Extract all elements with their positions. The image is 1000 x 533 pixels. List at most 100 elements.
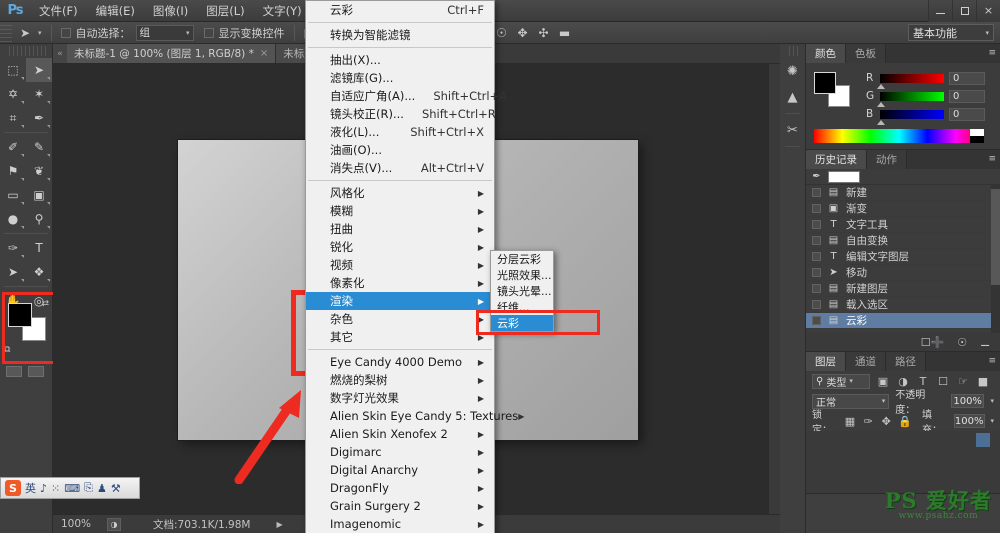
menu-item-video[interactable]: 视频 ▶ xyxy=(306,256,494,274)
move-tool[interactable]: ➤ xyxy=(26,58,52,82)
pen-tool[interactable]: ✑ xyxy=(0,236,26,260)
red-slider[interactable] xyxy=(877,73,944,89)
history-panel-menu-icon[interactable]: ≡ xyxy=(988,154,996,164)
menu-image[interactable]: 图像(I) xyxy=(144,0,197,22)
eraser-tool[interactable]: ▭ xyxy=(0,183,26,207)
swap-colors-icon[interactable]: ⇄ xyxy=(41,299,49,309)
pixel-filter-icon[interactable]: ▣ xyxy=(876,375,890,388)
close-button[interactable]: × xyxy=(976,0,1000,22)
menu-edit[interactable]: 编辑(E) xyxy=(87,0,144,22)
green-value-input[interactable]: 0 xyxy=(949,89,985,103)
history-brush-source-icon[interactable]: ✒ xyxy=(810,171,823,182)
delete-icon[interactable]: ⚊ xyxy=(980,336,990,349)
menu-item-plugin-4[interactable]: Alien Skin Xenofex 2 ▶ xyxy=(306,425,494,443)
filter-dropdown-menu[interactable]: 云彩 Ctrl+F 转换为智能滤镜 抽出(X)... 滤镜库(G)... 自适应… xyxy=(305,0,524,533)
history-item-4[interactable]: T 编辑文字图层 xyxy=(806,249,1000,265)
show-transform-group[interactable]: 显示变换控件 xyxy=(199,22,290,44)
lasso-tool[interactable]: ✡ xyxy=(0,82,26,106)
history-toggle-icon[interactable] xyxy=(812,252,821,261)
menu-item-plugin-5[interactable]: Digimarc ▶ xyxy=(306,443,494,461)
tools-panel-grip[interactable] xyxy=(6,46,46,56)
clone-stamp-tool[interactable]: ⚑ xyxy=(0,159,26,183)
history-item-6[interactable]: ▤ 新建图层 xyxy=(806,281,1000,297)
workspace-selector[interactable]: 基本功能 ▾ xyxy=(908,24,994,41)
blue-slider-thumb[interactable] xyxy=(877,119,885,125)
opacity-input[interactable]: 100% xyxy=(950,394,985,408)
menu-item-lens-correction[interactable]: 镜头校正(R)... Shift+Ctrl+R xyxy=(306,105,496,123)
red-value-input[interactable]: 0 xyxy=(949,71,985,85)
menu-item-noise[interactable]: 杂色 ▶ xyxy=(306,310,494,328)
history-item-2[interactable]: T 文字工具 xyxy=(806,217,1000,233)
fill-stepper-icon[interactable]: ▾ xyxy=(991,417,995,425)
status-preview-icon[interactable]: ◑ xyxy=(107,517,121,531)
color-panel-foreground-swatch[interactable] xyxy=(814,72,836,94)
menu-item-plugin-3[interactable]: Alien Skin Eye Candy 5: Textures ▶ xyxy=(306,407,524,425)
menu-item-plugin-8[interactable]: Grain Surgery 2 ▶ xyxy=(306,497,494,515)
history-scrollbar[interactable] xyxy=(991,185,1000,333)
blur-tool[interactable]: ● xyxy=(0,207,26,231)
history-toggle-icon[interactable] xyxy=(812,268,821,277)
history-toggle-icon[interactable] xyxy=(812,188,821,197)
history-scrollbar-thumb[interactable] xyxy=(991,189,1000,285)
menu-file[interactable]: 文件(F) xyxy=(30,0,87,22)
document-tab-1[interactable]: 未标题-1 @ 100% (图层 1, RGB/8) * × xyxy=(67,44,277,63)
menu-item-oil-paint[interactable]: 油画(O)... xyxy=(306,141,494,159)
history-list[interactable]: ▤ 新建 ▣ 渐变 T 文字工具 ▤ 自由变换 T 编辑文字图层 ➤ 移动 ▤ … xyxy=(806,185,1000,333)
active-tool-preset[interactable]: ➤ ▾ xyxy=(12,22,47,44)
menu-item-distort[interactable]: 扭曲 ▶ xyxy=(306,220,494,238)
history-toggle-icon[interactable] xyxy=(812,220,821,229)
tab-channels[interactable]: 通道 xyxy=(846,352,886,371)
color-spectrum-ramp[interactable] xyxy=(814,129,984,143)
dodge-tool[interactable]: ⚲ xyxy=(26,207,52,231)
zoom-level[interactable]: 100% xyxy=(61,518,99,530)
filter-toggle-icon[interactable]: ■ xyxy=(976,375,990,388)
menu-item-vanishing-point[interactable]: 消失点(V)... Alt+Ctrl+V xyxy=(306,159,494,177)
history-toggle-icon[interactable] xyxy=(812,316,821,325)
eyedropper-tool[interactable]: ✒ xyxy=(26,106,52,130)
history-toggle-icon[interactable] xyxy=(812,236,821,245)
menu-item-convert-smart-filter[interactable]: 转换为智能滤镜 xyxy=(306,26,494,44)
type-tool[interactable]: T xyxy=(26,236,52,260)
black-white-swatch[interactable] xyxy=(970,129,984,143)
healing-brush-tool[interactable]: ✐ xyxy=(0,135,26,159)
canvas-vertical-scrollbar[interactable] xyxy=(768,64,780,514)
layer-filter-dropdown[interactable]: ⚲ 类型 ▾ xyxy=(812,373,870,389)
tab-paths[interactable]: 路径 xyxy=(886,352,926,371)
tab-swatches[interactable]: 色板 xyxy=(846,44,886,63)
tab-history[interactable]: 历史记录 xyxy=(806,150,867,169)
new-document-icon[interactable]: ☐➕ xyxy=(921,336,945,349)
restore-button[interactable] xyxy=(952,0,976,22)
ime-toolbar[interactable]: S 英 ♪ ⁙ ⌨ ⎘ ♟ ⚒ xyxy=(0,477,140,499)
history-item-1[interactable]: ▣ 渐变 xyxy=(806,201,1000,217)
histogram-icon[interactable]: ▲ xyxy=(780,84,805,110)
lock-image-icon[interactable]: ✑ xyxy=(862,415,874,428)
menu-item-filter-gallery[interactable]: 滤镜库(G)... xyxy=(306,69,494,87)
green-slider-thumb[interactable] xyxy=(877,101,885,107)
minimize-button[interactable] xyxy=(928,0,952,22)
ime-language-icon[interactable]: 英 xyxy=(25,480,36,496)
red-slider-thumb[interactable] xyxy=(877,83,885,89)
tab-actions[interactable]: 动作 xyxy=(867,150,907,169)
history-item-7[interactable]: ▤ 载入选区 xyxy=(806,297,1000,313)
submenu-item-difference-clouds[interactable]: 分层云彩 xyxy=(491,251,553,267)
menu-item-blur[interactable]: 模糊 ▶ xyxy=(306,202,494,220)
blue-value-input[interactable]: 0 xyxy=(949,107,985,121)
history-snapshot-row[interactable]: ✒ xyxy=(806,169,1000,185)
menu-item-render[interactable]: 渲染 ▶ xyxy=(306,292,494,310)
menu-item-plugin-6[interactable]: Digital Anarchy ▶ xyxy=(306,461,494,479)
dock-grip[interactable] xyxy=(786,46,799,56)
auto-select-dropdown[interactable]: 组 ▾ xyxy=(135,24,194,41)
tab-layers[interactable]: 图层 xyxy=(806,352,846,371)
brush-preset-icon[interactable]: ✺ xyxy=(780,58,805,84)
sogou-logo-icon[interactable]: S xyxy=(5,480,21,496)
chevron-down-icon[interactable]: ▾ xyxy=(38,29,42,36)
blue-slider[interactable] xyxy=(877,109,944,125)
menu-item-repeat-filter[interactable]: 云彩 Ctrl+F xyxy=(306,1,494,19)
submenu-item-lighting-effects[interactable]: 光照效果... xyxy=(491,267,553,283)
history-toggle-icon[interactable] xyxy=(812,284,821,293)
default-colors-icon[interactable]: ⧉ xyxy=(4,345,10,355)
menu-item-plugin-9[interactable]: Imagenomic ▶ xyxy=(306,515,494,533)
history-item-0[interactable]: ▤ 新建 xyxy=(806,185,1000,201)
menu-item-extract[interactable]: 抽出(X)... xyxy=(306,51,494,69)
history-item-8[interactable]: ▤ 云彩 xyxy=(806,313,1000,329)
